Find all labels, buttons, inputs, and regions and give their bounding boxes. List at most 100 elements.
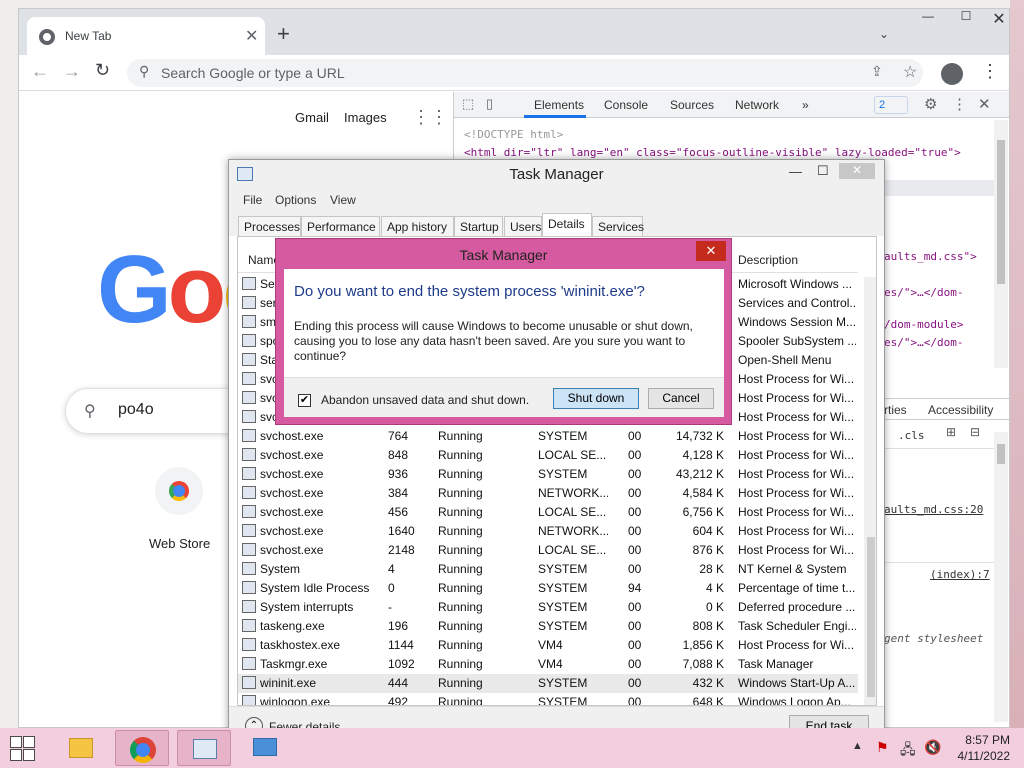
table-row[interactable]: svchost.exe 936 Running SYSTEM 00 43,212 K Hos… xyxy=(238,465,858,484)
checkbox-label[interactable]: Abandon unsaved data and shut down. xyxy=(321,393,529,407)
tab-console[interactable]: Console xyxy=(604,98,648,112)
tab-details[interactable]: Details xyxy=(542,213,592,236)
share-icon[interactable]: ⇪ xyxy=(871,63,883,80)
cancel-button[interactable]: Cancel xyxy=(648,388,714,409)
search-input[interactable]: po4o xyxy=(118,401,154,419)
tab-properties[interactable]: rties xyxy=(884,403,907,417)
new-style-rule-icon[interactable]: ⊞ xyxy=(946,425,956,439)
styles-scrollbar[interactable] xyxy=(994,432,1008,722)
gmail-link[interactable]: Gmail xyxy=(295,110,329,125)
cls-toggle[interactable]: .cls xyxy=(898,429,925,442)
code-snippet[interactable]: aults_md.css"> xyxy=(884,250,977,263)
window-maximize-button[interactable]: ☐ xyxy=(953,9,979,33)
inspect-element-icon[interactable]: ⬚ xyxy=(462,96,474,112)
code-snippet[interactable]: es/">…</dom- xyxy=(884,336,963,349)
dialog-content: Do you want to end the system process 'w… xyxy=(284,269,724,417)
kebab-menu-icon[interactable]: ⋮ xyxy=(952,95,967,113)
menu-view[interactable]: View xyxy=(330,193,356,207)
table-row[interactable]: winlogon.exe 492 Running SYSTEM 00 648 K Windo… xyxy=(238,693,858,705)
doctype-line[interactable]: <!DOCTYPE html> xyxy=(464,128,563,141)
minimize-button[interactable]: — xyxy=(789,164,802,179)
maximize-button[interactable]: ☐ xyxy=(817,163,829,179)
menu-options[interactable]: Options xyxy=(275,193,316,207)
scrollbar-thumb[interactable] xyxy=(867,537,875,697)
table-row[interactable]: svchost.exe 1640 Running NETWORK... 00 604 K H… xyxy=(238,522,858,541)
window-close-button[interactable]: ✕ xyxy=(987,9,1009,33)
scrollbar-thumb[interactable] xyxy=(997,140,1005,284)
action-center-flag-icon[interactable]: ⚑ xyxy=(876,739,889,756)
tab-processes[interactable]: Processes xyxy=(238,216,301,236)
shortcut-label[interactable]: Web Store xyxy=(149,536,210,551)
forward-icon[interactable]: → xyxy=(63,61,81,82)
process-user: SYSTEM xyxy=(538,600,588,614)
chrome-menu-icon[interactable]: ⋮ xyxy=(981,61,999,82)
table-row[interactable]: System 4 Running SYSTEM 00 28 K NT Kernel & Sy… xyxy=(238,560,858,579)
task-manager-titlebar[interactable]: Task Manager — ☐ ✕ xyxy=(229,160,884,188)
tab-performance[interactable]: Performance xyxy=(301,216,380,236)
volume-muted-icon[interactable]: 🔇 xyxy=(924,739,941,756)
stylesheet-link[interactable]: (index):7 xyxy=(930,568,990,581)
html-tag-line[interactable]: <html dir="ltr" lang="en" class="focus-o… xyxy=(464,146,961,159)
table-row[interactable]: svchost.exe 2148 Running LOCAL SE... 00 876 K… xyxy=(238,541,858,560)
tab-new-tab[interactable]: New Tab ✕ xyxy=(27,17,265,55)
table-row[interactable]: svchost.exe 384 Running NETWORK... 00 4,584 K… xyxy=(238,484,858,503)
process-status: Running xyxy=(438,600,483,614)
reload-icon[interactable]: ↻ xyxy=(95,60,110,81)
omnibox[interactable]: ⚲ Search Google or type a URL ⇪ ☆ xyxy=(127,59,923,87)
code-snippet[interactable]: es/">…</dom- xyxy=(884,286,963,299)
images-link[interactable]: Images xyxy=(344,110,387,125)
tray-chevron-up-icon[interactable]: ▲ xyxy=(852,740,863,752)
table-row[interactable]: Taskmgr.exe 1092 Running VM4 00 7,088 K Task M… xyxy=(238,655,858,674)
taskbar-app[interactable] xyxy=(238,730,292,766)
close-icon[interactable]: ✕ xyxy=(978,95,991,113)
code-snippet[interactable]: /dom-module> xyxy=(884,318,963,331)
toggle-sidebar-icon[interactable]: ⊟ xyxy=(970,425,980,439)
device-toolbar-icon[interactable]: ▯ xyxy=(486,96,493,112)
tab-sources[interactable]: Sources xyxy=(670,98,714,112)
shut-down-button[interactable]: Shut down xyxy=(553,388,639,409)
tab-close-icon[interactable]: ✕ xyxy=(245,26,258,46)
tab-network[interactable]: Network xyxy=(735,98,779,112)
gear-icon[interactable]: ⚙ xyxy=(924,95,937,113)
process-cpu: 00 xyxy=(628,543,642,557)
process-description: Windows Start-Up A... xyxy=(738,676,856,690)
abandon-data-checkbox[interactable]: ✔ xyxy=(298,394,311,407)
bookmark-star-icon[interactable]: ☆ xyxy=(903,62,917,82)
tab-app-history[interactable]: App history xyxy=(381,216,454,236)
tab-services[interactable]: Services xyxy=(592,216,644,236)
window-minimize-button[interactable]: — xyxy=(915,9,941,33)
taskbar-task-manager[interactable] xyxy=(177,730,231,766)
taskbar-chrome[interactable] xyxy=(115,730,169,766)
clock-date[interactable]: 4/11/2022 xyxy=(950,749,1011,763)
table-row[interactable]: wininit.exe 444 Running SYSTEM 00 432 K Window… xyxy=(238,674,858,693)
scrollbar-thumb[interactable] xyxy=(997,444,1005,464)
dialog-close-button[interactable]: ✕ xyxy=(696,241,726,261)
issues-badge[interactable]: 2 xyxy=(874,96,908,114)
column-header-description[interactable]: Description xyxy=(738,253,798,267)
taskbar-file-explorer[interactable] xyxy=(54,730,108,766)
start-button[interactable] xyxy=(10,736,36,762)
tab-accessibility[interactable]: Accessibility xyxy=(928,403,993,417)
close-button[interactable]: ✕ xyxy=(839,163,875,179)
tab-startup[interactable]: Startup xyxy=(454,216,503,236)
profile-avatar[interactable] xyxy=(941,63,963,85)
table-row[interactable]: taskeng.exe 196 Running SYSTEM 00 808 K Task S… xyxy=(238,617,858,636)
apps-grid-icon[interactable]: ⋮⋮⋮ xyxy=(412,108,466,127)
shortcut-web-store[interactable] xyxy=(155,467,203,515)
network-icon[interactable]: 🖧 xyxy=(900,739,916,763)
table-row[interactable]: System Idle Process 0 Running SYSTEM 94 4 K Pe… xyxy=(238,579,858,598)
table-row[interactable]: svchost.exe 764 Running SYSTEM 00 14,732 K Hos… xyxy=(238,427,858,446)
table-row[interactable]: svchost.exe 848 Running LOCAL SE... 00 4,128 … xyxy=(238,446,858,465)
tab-elements[interactable]: Elements xyxy=(534,98,584,112)
clock-time[interactable]: 8:57 PM xyxy=(960,733,1010,747)
tab-more[interactable]: » xyxy=(802,98,809,112)
chevron-down-icon[interactable]: ⌄ xyxy=(879,27,889,41)
back-icon[interactable]: ← xyxy=(31,61,49,82)
table-row[interactable]: System interrupts - Running SYSTEM 00 0 K Defe… xyxy=(238,598,858,617)
table-row[interactable]: taskhostex.exe 1144 Running VM4 00 1,856 K Hos… xyxy=(238,636,858,655)
new-tab-button[interactable]: + xyxy=(277,23,290,45)
menu-file[interactable]: File xyxy=(243,193,262,207)
tab-users[interactable]: Users xyxy=(504,216,542,236)
table-row[interactable]: svchost.exe 456 Running LOCAL SE... 00 6,756 … xyxy=(238,503,858,522)
stylesheet-link[interactable]: aults_md.css:20 xyxy=(884,503,983,516)
